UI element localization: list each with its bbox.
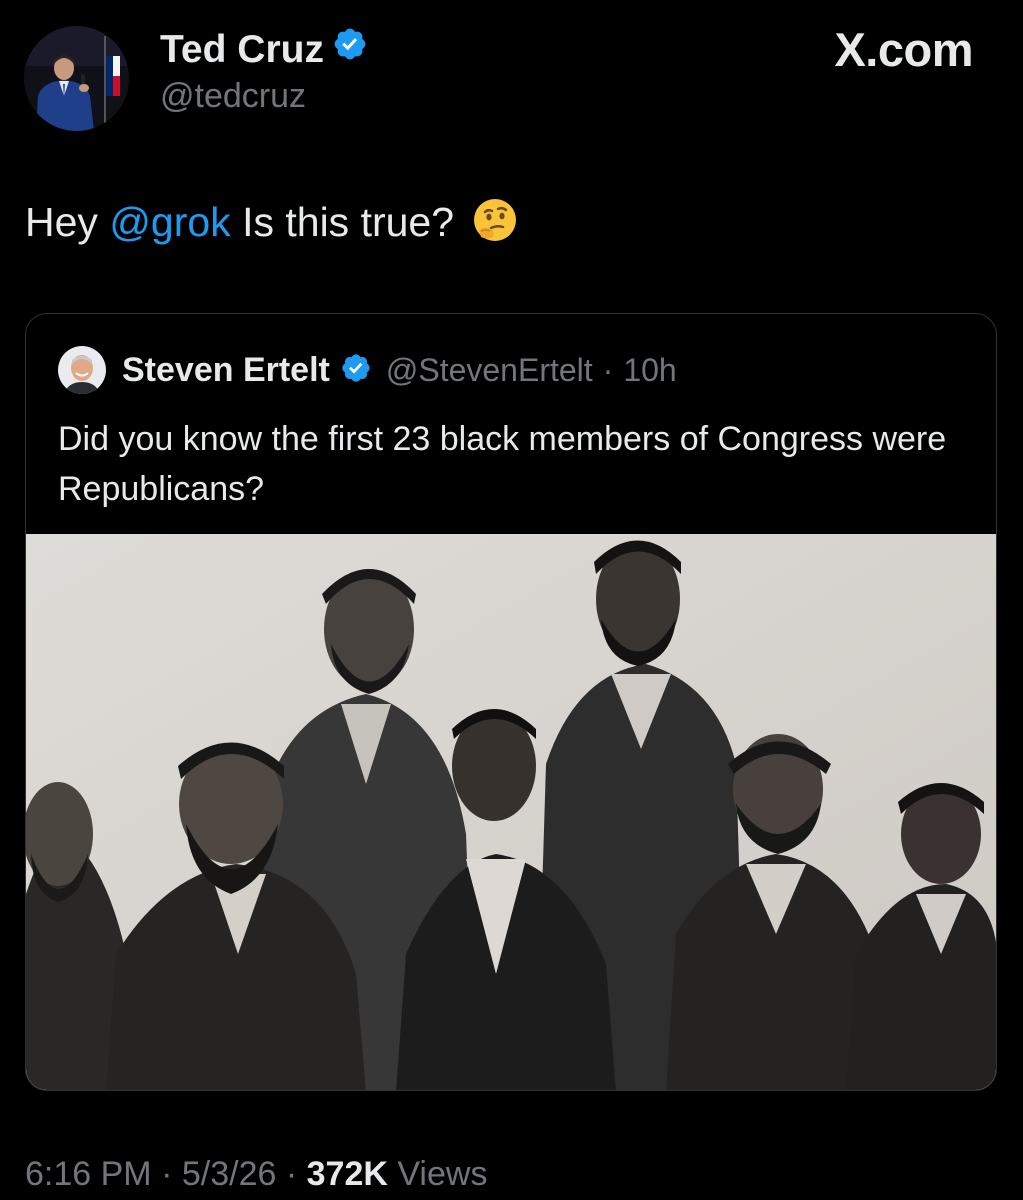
author-handle[interactable]: @tedcruz	[160, 76, 306, 116]
tweet-date[interactable]: 5/3/26	[182, 1155, 277, 1193]
quoted-author-avatar[interactable]	[58, 346, 106, 394]
quoted-verified-badge-icon	[340, 352, 372, 389]
quoted-tweet-image[interactable]	[26, 534, 996, 1090]
quoted-timestamp[interactable]: 10h	[623, 352, 676, 389]
mention-link[interactable]: @grok	[109, 199, 230, 245]
quoted-tweet-text: Did you know the first 23 black members …	[58, 420, 947, 508]
views-label: Views	[397, 1155, 488, 1193]
tweet-text-before: Hey	[25, 199, 110, 245]
site-logo: X.com	[834, 23, 973, 76]
tweet-text-after: Is this true?	[230, 199, 455, 245]
tweet-meta: 6:16 PM · 5/3/26 · 372K Views	[25, 1152, 487, 1196]
author-name[interactable]: Ted Cruz	[160, 26, 368, 73]
views-count[interactable]: 372K	[307, 1155, 388, 1193]
quoted-tweet-header: Steven Ertelt @StevenErtelt · 10h	[58, 346, 677, 394]
tweet-text: Hey @grok Is this true?	[25, 196, 519, 256]
tweet-time[interactable]: 6:16 PM	[25, 1155, 152, 1193]
quoted-tweet-card[interactable]: Steven Ertelt @StevenErtelt · 10h Did you …	[25, 313, 997, 1091]
meta-separator: ·	[285, 1155, 298, 1193]
thinking-face-icon	[471, 196, 519, 256]
quoted-author-handle[interactable]: @StevenErtelt	[386, 352, 593, 389]
author-avatar[interactable]	[24, 26, 129, 131]
author-name-label: Ted Cruz	[160, 27, 324, 71]
verified-badge-icon[interactable]	[332, 26, 368, 73]
meta-separator: ·	[161, 1155, 173, 1193]
quoted-separator: ·	[602, 351, 614, 388]
quoted-author-name[interactable]: Steven Ertelt	[122, 351, 330, 390]
